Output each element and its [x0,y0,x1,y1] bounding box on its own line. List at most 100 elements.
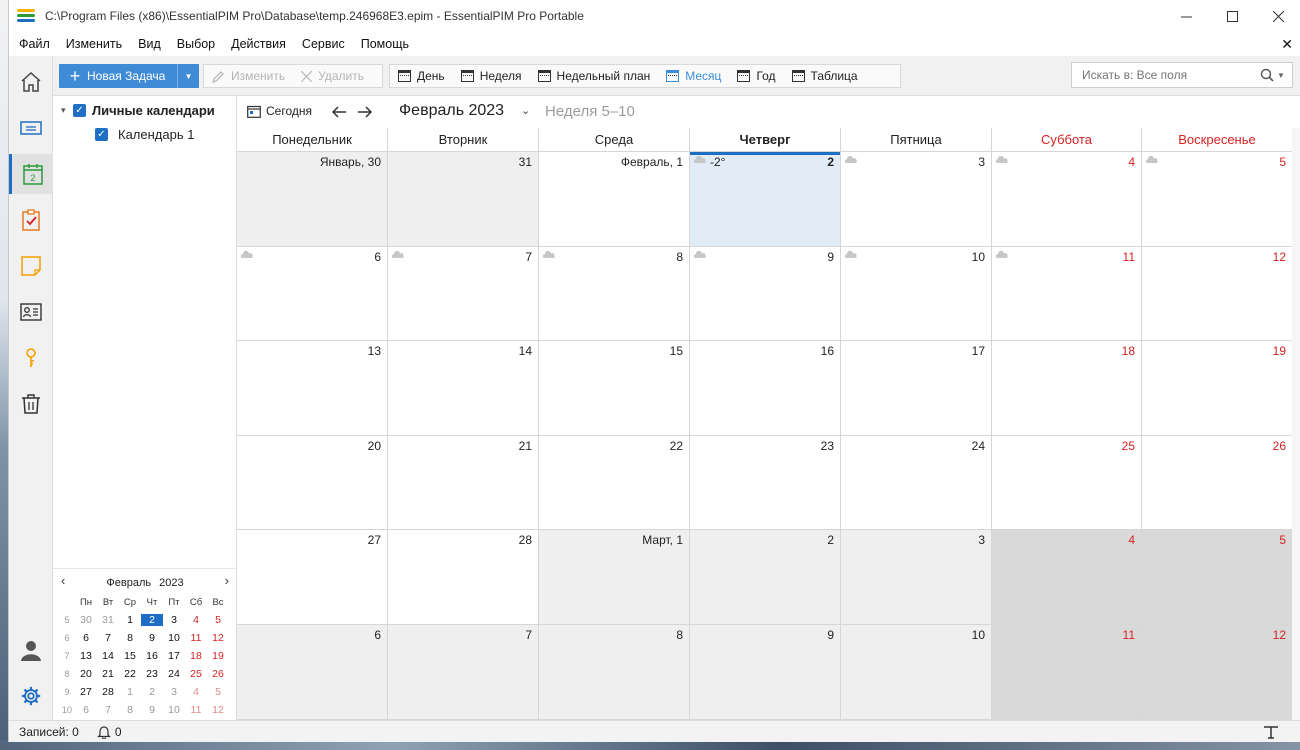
day-cell[interactable]: Январь, 30 [237,152,388,247]
day-cell[interactable]: 4 [992,530,1142,625]
mini-day[interactable]: 1 [119,686,141,698]
view-day-button[interactable]: День [390,65,453,87]
next-arrow-icon[interactable] [357,105,373,119]
day-cell[interactable]: 16 [690,341,841,436]
mini-week-number[interactable]: 5 [59,615,75,625]
menu-tools[interactable]: Сервис [294,37,353,51]
mini-day[interactable]: 3 [163,686,185,698]
calendar-1-checkbox[interactable]: ✓ [95,128,108,141]
mini-day[interactable]: 6 [75,632,97,644]
day-cell[interactable]: 25 [992,436,1142,530]
maximize-button[interactable] [1209,0,1255,32]
day-cell[interactable]: 8 [539,625,690,720]
nav-account[interactable] [9,630,53,670]
nav-trash[interactable] [9,384,53,424]
mini-day[interactable]: 5 [207,614,229,626]
mini-day[interactable]: 10 [163,704,185,716]
mini-day[interactable]: 19 [207,650,229,662]
day-cell-today[interactable]: -2° 2 [690,152,841,247]
mini-day[interactable]: 7 [97,704,119,716]
mini-week-number[interactable]: 8 [59,669,75,679]
day-cell[interactable]: 6 [237,247,388,341]
menu-actions[interactable]: Действия [223,37,294,51]
mini-day[interactable]: 13 [75,650,97,662]
nav-contacts[interactable] [9,292,53,332]
view-week-plan-button[interactable]: Недельный план [530,65,659,87]
new-task-button[interactable]: + Новая Задача ▼ [59,64,199,88]
mini-day[interactable]: 31 [97,614,119,626]
nav-passwords[interactable] [9,338,53,378]
mini-day[interactable]: 27 [75,686,97,698]
bell-icon[interactable] [96,725,111,739]
nav-notes[interactable] [9,246,53,286]
mini-day[interactable]: 3 [163,614,185,626]
day-cell[interactable]: 18 [992,341,1142,436]
day-cell[interactable]: 20 [237,436,388,530]
nav-home[interactable] [9,62,53,102]
new-task-dropdown-arrow[interactable]: ▼ [177,64,199,88]
month-title[interactable]: Февраль 2023 [399,102,504,120]
view-week-button[interactable]: Неделя [453,65,530,87]
day-cell[interactable]: 28 [388,530,539,625]
mini-day[interactable]: 11 [185,704,207,716]
day-cell[interactable]: 12 [1142,625,1293,720]
menu-help[interactable]: Помощь [353,37,417,51]
mini-day[interactable]: 14 [97,650,119,662]
view-table-button[interactable]: Таблица [784,65,866,87]
day-cell[interactable]: 7 [388,625,539,720]
mini-day[interactable]: 6 [75,704,97,716]
day-cell[interactable]: Март, 1 [539,530,690,625]
day-cell[interactable]: Февраль, 1 [539,152,690,247]
day-cell[interactable]: 15 [539,341,690,436]
mini-day[interactable]: 28 [97,686,119,698]
day-cell[interactable]: 2 [690,530,841,625]
mini-day[interactable]: 4 [185,686,207,698]
mini-day[interactable]: 30 [75,614,97,626]
nav-mail[interactable] [9,108,53,148]
menu-select[interactable]: Выбор [169,37,223,51]
mini-day[interactable]: 12 [207,632,229,644]
minimize-button[interactable] [1163,0,1209,32]
day-cell[interactable]: 5 [1142,152,1293,247]
day-cell[interactable]: 3 [841,530,992,625]
day-cell[interactable]: 6 [237,625,388,720]
day-cell[interactable]: 12 [1142,247,1293,341]
mini-day[interactable]: 5 [207,686,229,698]
vertical-scrollbar[interactable] [1292,128,1300,720]
view-month-button[interactable]: Месяц [658,65,729,87]
mini-day[interactable]: 23 [141,668,163,680]
mini-year[interactable]: 2023 [159,577,183,589]
day-cell[interactable]: 17 [841,341,992,436]
mini-day[interactable]: 4 [185,614,207,626]
day-cell[interactable]: 19 [1142,341,1293,436]
day-cell[interactable]: 10 [841,247,992,341]
nav-settings[interactable] [9,676,53,716]
close-tab-icon[interactable]: ✕ [1281,36,1293,53]
day-cell[interactable]: 22 [539,436,690,530]
mini-day[interactable]: 8 [119,632,141,644]
menu-view[interactable]: Вид [130,37,169,51]
day-cell[interactable]: 9 [690,247,841,341]
day-cell[interactable]: 31 [388,152,539,247]
day-cell[interactable]: 26 [1142,436,1293,530]
mini-day[interactable]: 15 [119,650,141,662]
close-window-button[interactable] [1255,0,1300,32]
personal-calendars-checkbox[interactable]: ✓ [73,104,86,117]
mini-day[interactable]: 25 [185,668,207,680]
day-cell[interactable]: 21 [388,436,539,530]
delete-button[interactable]: Удалить [293,65,372,87]
day-cell[interactable]: 23 [690,436,841,530]
search-options-arrow-icon[interactable]: ▼ [1277,71,1285,80]
day-cell[interactable]: 3 [841,152,992,247]
edit-button[interactable]: Изменить [204,65,293,87]
mini-day[interactable]: 2 [141,686,163,698]
day-cell[interactable]: 24 [841,436,992,530]
mini-day[interactable]: 11 [185,632,207,644]
month-dropdown-chevron-down-icon[interactable]: ⌄ [521,104,530,117]
mini-day[interactable]: 21 [97,668,119,680]
mini-day[interactable]: 7 [97,632,119,644]
mini-day[interactable]: 9 [141,632,163,644]
mini-day[interactable]: 12 [207,704,229,716]
mini-day[interactable]: 26 [207,668,229,680]
tree-item-calendar-1[interactable]: ✓ Календарь 1 [95,127,194,142]
